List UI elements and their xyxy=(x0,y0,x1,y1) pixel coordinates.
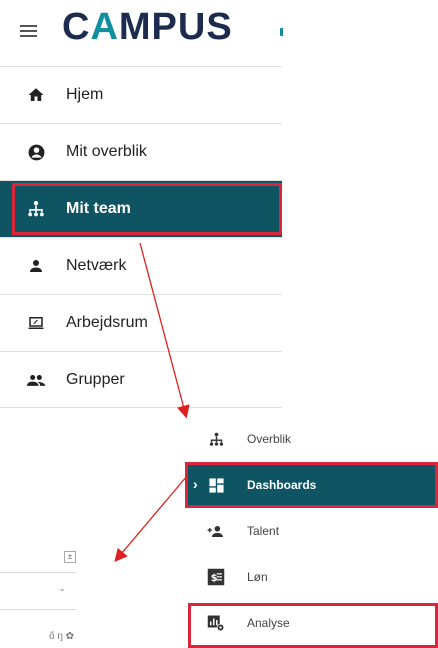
team-hierarchy-icon xyxy=(207,430,225,448)
nav-item-hjem[interactable]: Hjem xyxy=(0,66,282,123)
submenu-item-talent[interactable]: Talent xyxy=(185,508,438,554)
home-icon xyxy=(26,85,46,105)
dropdown-fragment[interactable]: ⌄ xyxy=(0,572,76,610)
submenu-item-label: Overblik xyxy=(247,432,292,446)
chevron-right-icon: › xyxy=(193,476,198,492)
nav-item-label: Mit team xyxy=(66,200,131,217)
nav-item-label: Hjem xyxy=(66,86,104,103)
fragment-text: ő ŋ ✿ xyxy=(49,631,75,642)
submenu-item-lon[interactable]: $ Løn xyxy=(185,554,438,600)
salary-icon: $ xyxy=(207,568,225,586)
submenu-item-analyse[interactable]: Analyse xyxy=(185,600,438,648)
add-person-icon xyxy=(207,522,225,540)
account-icon xyxy=(26,142,46,162)
team-submenu: Overblik › Dashboards Talent $ Løn Analy… xyxy=(185,416,438,648)
campus-logo[interactable]: CAMPUS xyxy=(62,6,233,49)
nav-item-mit-overblik[interactable]: Mit overblik xyxy=(0,123,282,180)
team-hierarchy-icon xyxy=(26,199,46,219)
nav-item-grupper[interactable]: Grupper xyxy=(0,351,282,408)
analytics-settings-icon xyxy=(207,614,225,632)
nav-item-label: Netværk xyxy=(66,257,127,274)
nav-item-label: Grupper xyxy=(66,370,125,388)
nav-item-label: Arbejdsrum xyxy=(66,314,148,331)
submenu-item-label: Løn xyxy=(247,570,268,584)
header-accent-fragment xyxy=(280,28,283,36)
group-icon xyxy=(26,370,46,390)
menu-icon[interactable] xyxy=(20,25,37,37)
submenu-item-label: Analyse xyxy=(247,616,290,630)
arrow-to-analysis xyxy=(114,475,188,562)
nav-item-mit-team[interactable]: Mit team xyxy=(0,180,282,237)
chevron-down-icon: ⌄ xyxy=(58,583,66,593)
dashboard-icon xyxy=(207,476,225,494)
nav-item-arbejdsrum[interactable]: Arbejdsrum xyxy=(0,294,282,351)
submenu-item-dashboards[interactable]: › Dashboards xyxy=(185,462,438,508)
sort-icon[interactable]: ± xyxy=(64,551,76,563)
person-icon xyxy=(26,256,46,276)
laptop-icon xyxy=(26,313,46,333)
submenu-item-overblik[interactable]: Overblik xyxy=(185,416,438,462)
main-nav: Hjem Mit overblik Mit team Netværk Arbej… xyxy=(0,66,282,408)
submenu-item-label: Dashboards xyxy=(247,478,317,492)
submenu-item-label: Talent xyxy=(247,524,280,538)
svg-text:$: $ xyxy=(211,573,218,584)
nav-item-label: Mit overblik xyxy=(66,143,147,160)
nav-item-netvaerk[interactable]: Netværk xyxy=(0,237,282,294)
